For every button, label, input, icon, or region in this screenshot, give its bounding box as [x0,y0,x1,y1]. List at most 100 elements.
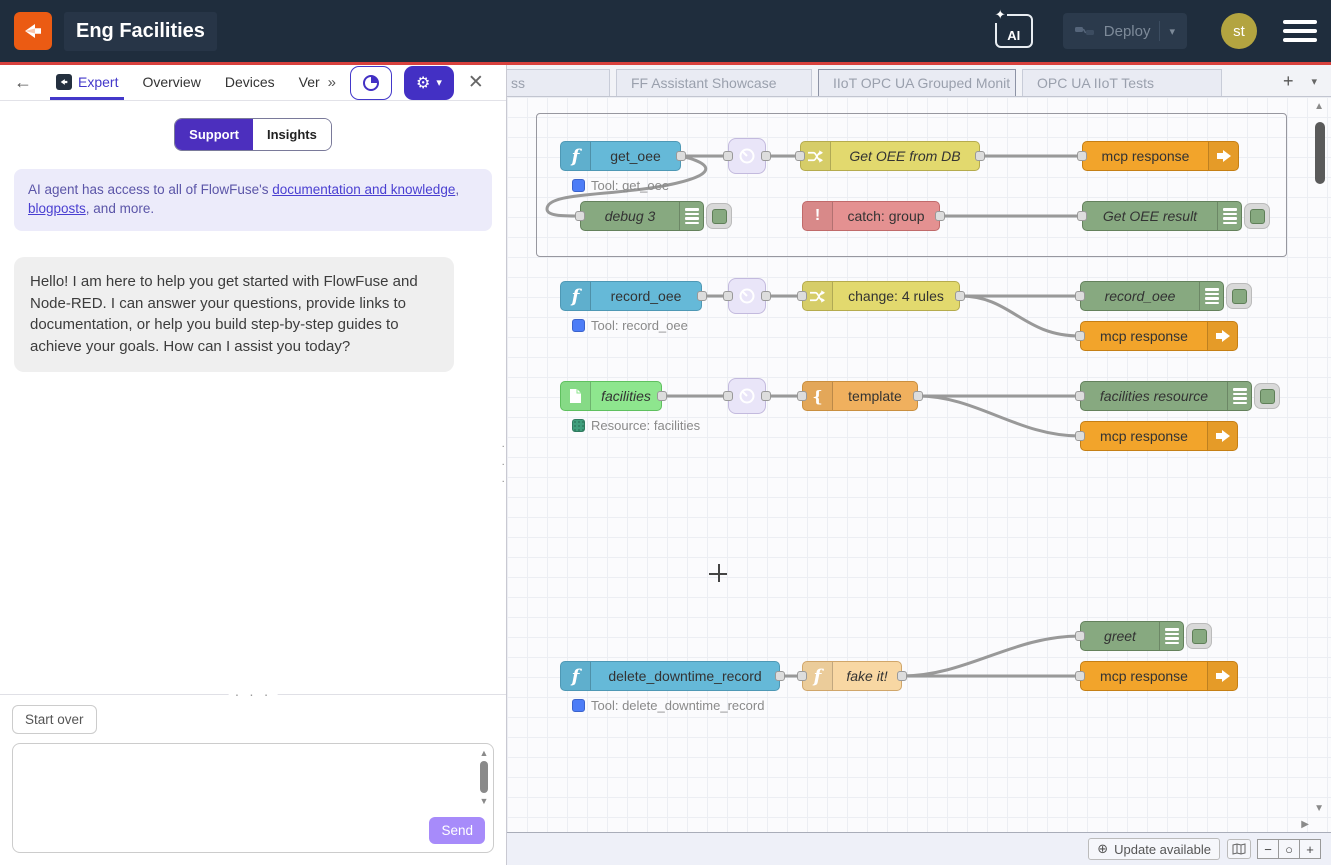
input-port[interactable] [797,391,807,401]
output-port[interactable] [955,291,965,301]
output-port[interactable] [935,211,945,221]
resize-handle-horizontal[interactable]: · · · [229,686,278,702]
node-delete-downtime-record[interactable]: f delete_downtime_record [560,661,780,691]
node-link-call-3[interactable] [728,378,766,414]
user-avatar[interactable]: st [1221,13,1257,49]
output-port[interactable] [761,151,771,161]
chat-input[interactable] [13,744,473,852]
zoom-out-button[interactable]: − [1257,839,1279,859]
input-port[interactable] [797,291,807,301]
input-port[interactable] [1075,391,1085,401]
node-record-oee[interactable]: f record_oee [560,281,702,311]
output-port[interactable] [975,151,985,161]
input-port[interactable] [1075,431,1085,441]
send-button[interactable]: Send [429,817,485,844]
insights-toggle-button[interactable]: Insights [253,119,331,150]
node-catch-group[interactable]: ! catch: group [802,201,940,231]
flowfuse-logo-icon[interactable] [14,12,52,50]
flow-canvas[interactable]: f get_oee Tool: get_oee [507,97,1331,832]
docs-link[interactable]: documentation and knowledge [272,182,455,197]
debug-toggle-button[interactable] [1254,383,1280,409]
link-call-icon [738,147,756,165]
tab-devices[interactable]: Devices [215,67,285,99]
node-mcp-response-3[interactable]: mcp response [1080,421,1238,451]
flow-tab-iiot-opcua-grouped[interactable]: IIoT OPC UA Grouped Monit [818,69,1016,96]
node-mcp-response-4[interactable]: mcp response [1080,661,1238,691]
input-port[interactable] [795,151,805,161]
output-port[interactable] [697,291,707,301]
deploy-caret-icon[interactable]: ▾ [1169,25,1175,38]
node-facilities[interactable]: facilities [560,381,662,411]
node-get-oee-from-db[interactable]: Get OEE from DB [800,141,980,171]
debug-toggle-button[interactable] [1226,283,1252,309]
instance-title[interactable]: Eng Facilities [64,12,217,51]
tab-overview[interactable]: Overview [132,67,210,99]
blogposts-link[interactable]: blogposts [28,201,86,216]
input-port[interactable] [1075,291,1085,301]
add-flow-button[interactable]: + [1283,71,1294,92]
node-get-oee-result[interactable]: Get OEE result [1082,201,1242,231]
settings-dropdown-button[interactable]: ⚙ ▾ [404,66,454,100]
output-port[interactable] [761,391,771,401]
output-port[interactable] [761,291,771,301]
output-port[interactable] [897,671,907,681]
input-port[interactable] [797,671,807,681]
debug-toggle-button[interactable] [1244,203,1270,229]
node-template[interactable]: { template [802,381,918,411]
flow-tab-opcua-iiot-tests[interactable]: OPC UA IIoT Tests [1022,69,1222,96]
node-change-4-rules[interactable]: change: 4 rules [802,281,960,311]
output-port[interactable] [913,391,923,401]
support-toggle-button[interactable]: Support [175,119,253,150]
canvas-scroll-down-icon[interactable]: ▼ [1314,803,1324,814]
canvas-scroll-up-icon[interactable]: ▲ [1314,101,1324,112]
update-available-button[interactable]: ⊕ Update available [1088,838,1220,860]
tab-expert[interactable]: Expert [46,67,128,99]
debug-toggle-button[interactable] [706,203,732,229]
input-port[interactable] [1077,151,1087,161]
node-fake-it[interactable]: f fake it! [802,661,902,691]
close-icon[interactable]: ✕ [468,71,484,94]
node-mcp-response-1[interactable]: mcp response [1082,141,1239,171]
ai-assistant-icon[interactable]: ✦ AI [995,14,1033,48]
deploy-button[interactable]: Deploy ▾ [1063,13,1187,49]
main-menu-icon[interactable] [1283,20,1317,42]
input-port[interactable] [723,151,733,161]
input-port[interactable] [723,391,733,401]
input-port[interactable] [575,211,585,221]
node-debug-3[interactable]: debug 3 [580,201,704,231]
zoom-reset-button[interactable]: ○ [1278,839,1300,859]
scroll-thumb[interactable] [480,761,488,793]
input-port[interactable] [1077,211,1087,221]
start-over-button[interactable]: Start over [12,705,97,734]
node-greet[interactable]: greet [1080,621,1184,651]
scroll-up-icon[interactable]: ▲ [480,748,489,758]
node-mcp-response-2[interactable]: mcp response [1080,321,1238,351]
node-link-call-2[interactable] [728,278,766,314]
input-port[interactable] [723,291,733,301]
tab-version-history[interactable]: Ver [289,67,320,99]
canvas-vscroll-thumb[interactable] [1315,122,1325,184]
node-facilities-resource[interactable]: facilities resource [1080,381,1252,411]
output-port[interactable] [676,151,686,161]
input-port[interactable] [1075,631,1085,641]
output-port[interactable] [775,671,785,681]
node-get-oee[interactable]: f get_oee [560,141,681,171]
flow-list-caret-icon[interactable]: ▾ [1311,75,1317,88]
back-arrow-icon[interactable]: ← [14,72,32,93]
flow-tab-ff-assistant-showcase[interactable]: FF Assistant Showcase [616,69,812,96]
more-tabs-icon[interactable]: » [324,74,340,91]
navigator-toggle-button[interactable] [1227,839,1251,859]
scroll-down-icon[interactable]: ▼ [480,796,489,806]
input-port[interactable] [1075,331,1085,341]
insights-pie-button[interactable] [350,66,392,100]
canvas-scroll-right-icon[interactable]: ▶ [1301,819,1309,830]
panel-resize-handle[interactable]: ··· [501,439,505,492]
output-port[interactable] [657,391,667,401]
debug-toggle-button[interactable] [1186,623,1212,649]
node-link-call-1[interactable] [728,138,766,174]
flow-tab-clipped[interactable]: ss [507,69,610,96]
textarea-scrollbar[interactable]: ▲ ▼ [478,748,490,806]
node-record-oee-debug[interactable]: record_oee [1080,281,1224,311]
zoom-in-button[interactable]: + [1299,839,1321,859]
input-port[interactable] [1075,671,1085,681]
